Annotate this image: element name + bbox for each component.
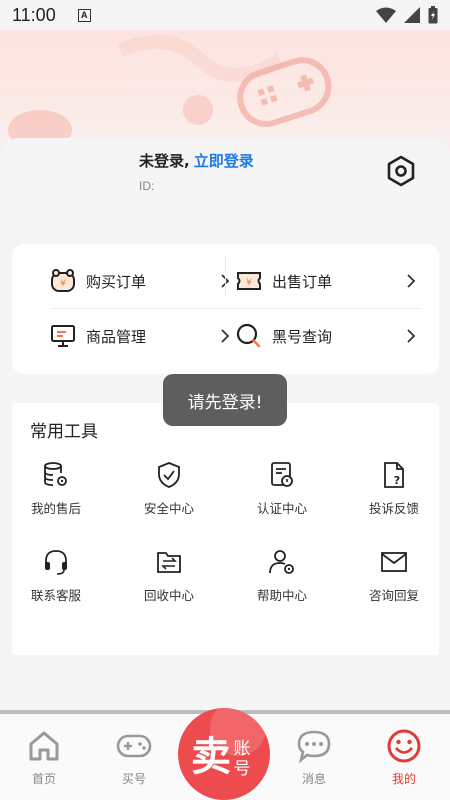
svg-text:¥: ¥ — [60, 279, 66, 289]
gamepad-icon — [116, 734, 152, 758]
not-logged-in-text: 未登录, — [139, 152, 190, 170]
chevron-right-icon — [407, 274, 416, 288]
chat-bubble-icon — [297, 730, 331, 764]
document-question-icon: ? — [384, 462, 404, 488]
sell-sub-char-2: 号 — [234, 759, 251, 779]
blacklist-query-item[interactable]: 黑号查询 — [236, 311, 416, 361]
tool-security-center-label: 安全中心 — [143, 501, 194, 516]
shield-check-icon — [158, 462, 180, 488]
login-required-toast: 请先登录! — [163, 374, 287, 426]
svg-text:?: ? — [394, 474, 400, 487]
product-management-label: 商品管理 — [86, 327, 147, 346]
tool-verification-center-label: 认证中心 — [256, 501, 307, 516]
common-tools-title: 常用工具 — [30, 422, 98, 442]
gamepad-illustration-icon — [8, 35, 332, 150]
tab-mine[interactable]: 我的 — [374, 728, 434, 787]
user-id-label: ID: — [139, 179, 155, 193]
tab-buy-account-label: 买号 — [121, 772, 146, 786]
status-time: 11:00 — [12, 4, 56, 25]
mail-icon — [381, 552, 407, 572]
tool-inquiry-reply[interactable]: 咨询回复 — [349, 548, 439, 618]
user-gear-icon — [269, 550, 294, 574]
wifi-icon — [376, 7, 396, 23]
certificate-icon — [271, 462, 293, 487]
tool-after-sales-label: 我的售后 — [30, 501, 81, 516]
tool-verification-center[interactable]: 认证中心 — [237, 461, 327, 531]
orders-card: ¥ 购买订单 ¥ 出售订单 商品管理 黑号查询 — [12, 244, 439, 374]
smiley-icon — [387, 729, 421, 763]
svg-text:¥: ¥ — [246, 278, 252, 288]
folder-exchange-icon — [157, 552, 181, 573]
tool-inquiry-reply-label: 咨询回复 — [368, 588, 419, 603]
wallet-pig-icon: ¥ — [51, 269, 75, 292]
status-icons — [376, 6, 438, 24]
tab-home-label: 首页 — [31, 772, 56, 786]
tool-recycle-center[interactable]: 回收中心 — [124, 548, 214, 618]
tool-after-sales[interactable]: 我的售后 — [11, 461, 101, 531]
purchase-orders-label: 购买订单 — [86, 272, 147, 291]
profile-section: 未登录, 立即登录 ID: — [0, 138, 450, 238]
status-bar: 11:00 A — [0, 0, 450, 30]
battery-icon — [428, 6, 438, 24]
chevron-right-icon — [407, 329, 416, 343]
blacklist-query-label: 黑号查询 — [272, 327, 333, 346]
ticket-yen-icon: ¥ — [237, 272, 261, 290]
sell-main-char: 卖 — [191, 734, 231, 780]
sales-orders-label: 出售订单 — [272, 272, 333, 291]
tool-help-center-label: 帮助中心 — [256, 588, 307, 603]
hero-banner — [0, 30, 450, 150]
signal-icon — [404, 7, 420, 23]
settings-gear-icon[interactable] — [385, 155, 417, 187]
sell-sub-char-1: 账 — [234, 739, 251, 759]
tab-home[interactable]: 首页 — [14, 728, 74, 787]
common-tools-card: 常用工具 我的售后 安全中心 认证中心 ? 投诉反馈 联系客服 回收中心 帮助中… — [12, 403, 439, 655]
home-icon — [29, 731, 59, 761]
purchase-orders-item[interactable]: ¥ 购买订单 — [50, 256, 230, 306]
tool-complaints-feedback[interactable]: ? 投诉反馈 — [349, 461, 439, 531]
tool-complaints-feedback-label: 投诉反馈 — [368, 501, 419, 516]
tab-buy-account[interactable]: 买号 — [104, 728, 164, 787]
sell-button-art: 卖 账 号 — [191, 708, 266, 780]
tab-messages[interactable]: 消息 — [284, 728, 344, 787]
tool-recycle-center-label: 回收中心 — [143, 588, 194, 603]
tool-contact-support[interactable]: 联系客服 — [11, 548, 101, 618]
login-prompt: 未登录, 立即登录 — [139, 150, 254, 171]
chevron-right-icon — [221, 329, 230, 343]
notification-badge: A — [77, 8, 91, 22]
login-link[interactable]: 立即登录 — [194, 152, 254, 170]
tab-mine-label: 我的 — [391, 772, 416, 786]
search-icon — [236, 323, 261, 348]
database-gear-icon — [44, 462, 67, 486]
monitor-icon — [51, 325, 75, 347]
divider-horizontal — [50, 308, 422, 309]
divider-vertical — [225, 256, 226, 296]
tool-security-center[interactable]: 安全中心 — [124, 461, 214, 531]
product-management-item[interactable]: 商品管理 — [50, 311, 230, 361]
tool-help-center[interactable]: 帮助中心 — [237, 548, 327, 618]
sell-account-button[interactable]: 卖 账 号 — [178, 708, 270, 800]
tab-messages-label: 消息 — [301, 772, 326, 786]
sales-orders-item[interactable]: ¥ 出售订单 — [236, 256, 416, 306]
headset-icon — [45, 550, 67, 575]
tool-contact-support-label: 联系客服 — [30, 588, 81, 603]
